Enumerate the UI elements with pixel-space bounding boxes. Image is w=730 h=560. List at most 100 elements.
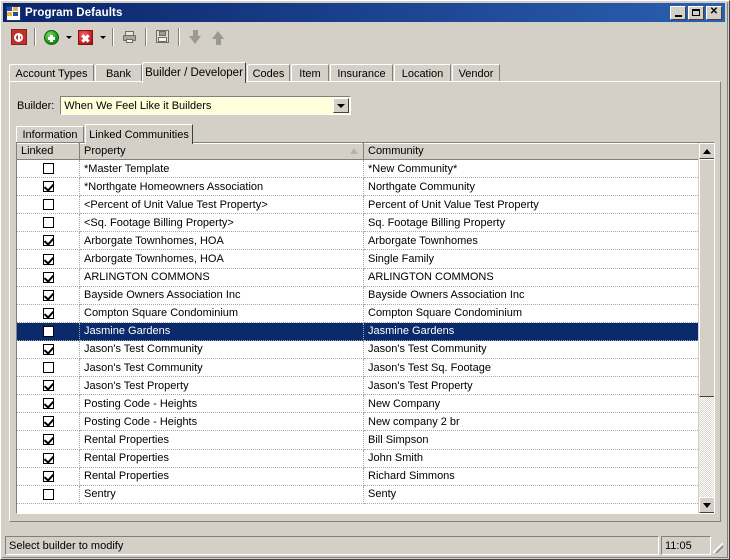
linked-checkbox[interactable]	[42, 271, 54, 283]
linked-checkbox[interactable]	[42, 470, 54, 482]
column-header-linked[interactable]: Linked	[17, 143, 80, 160]
cell-linked[interactable]	[17, 449, 80, 468]
tab-vendor[interactable]: Vendor	[452, 64, 500, 82]
cell-linked[interactable]	[17, 178, 80, 197]
linked-checkbox[interactable]	[42, 380, 54, 392]
table-row[interactable]: Posting Code - Heights New Company	[17, 395, 698, 414]
cell-property[interactable]: Sentry	[80, 485, 364, 504]
linked-checkbox[interactable]	[42, 199, 54, 211]
cell-linked[interactable]	[17, 322, 80, 341]
cell-property[interactable]: Jason's Test Community	[80, 359, 364, 378]
maximize-button[interactable]	[688, 5, 704, 20]
table-row[interactable]: Rental Properties Bill Simpson	[17, 431, 698, 450]
cell-property[interactable]: *Northgate Homeowners Association	[80, 178, 364, 197]
move-up-button[interactable]	[207, 26, 230, 48]
tab-information[interactable]: Information	[16, 126, 84, 143]
cell-property[interactable]: Rental Properties	[80, 467, 364, 486]
table-row[interactable]: Rental Properties John Smith	[17, 449, 698, 468]
cell-linked[interactable]	[17, 413, 80, 432]
cell-linked[interactable]	[17, 268, 80, 287]
table-row[interactable]: Bayside Owners Association Inc Bayside Ow…	[17, 286, 698, 305]
cell-linked[interactable]	[17, 304, 80, 323]
tab-bank[interactable]: Bank	[95, 64, 142, 82]
cell-linked[interactable]	[17, 286, 80, 305]
linked-checkbox[interactable]	[42, 343, 54, 355]
tab-item[interactable]: Item	[291, 64, 329, 82]
table-row[interactable]: Arborgate Townhomes, HOA Single Family	[17, 250, 698, 269]
table-row[interactable]: <Percent of Unit Value Test Property> Per…	[17, 196, 698, 215]
scroll-down-button[interactable]	[699, 497, 714, 513]
table-row[interactable]: ARLINGTON COMMONS ARLINGTON COMMONS	[17, 268, 698, 287]
cell-linked[interactable]	[17, 232, 80, 251]
table-row[interactable]: Jason's Test Property Jason's Test Proper…	[17, 377, 698, 396]
linked-checkbox[interactable]	[42, 163, 54, 175]
scroll-up-button[interactable]	[699, 143, 714, 159]
table-row[interactable]: Jason's Test Community Jason's Test Sq. F…	[17, 359, 698, 378]
tab-codes[interactable]: Codes	[247, 64, 290, 82]
delete-dropdown-button[interactable]	[97, 26, 108, 48]
add-button[interactable]	[40, 26, 63, 48]
cell-community[interactable]: Sq. Footage Billing Property	[364, 214, 698, 233]
cell-community[interactable]: Compton Square Condominium	[364, 305, 698, 323]
table-row[interactable]: Rental Properties Richard Simmons	[17, 467, 698, 486]
cell-community[interactable]: Jason's Test Property	[364, 377, 698, 396]
table-row[interactable]: *Northgate Homeowners Association Northga…	[17, 178, 698, 197]
tab-builder-developer[interactable]: Builder / Developer	[142, 62, 246, 83]
cell-community[interactable]: ARLINGTON COMMONS	[364, 269, 698, 287]
cell-linked[interactable]	[17, 377, 80, 396]
cell-community[interactable]: Bill Simpson	[364, 431, 698, 450]
cell-property[interactable]: Posting Code - Heights	[80, 395, 364, 414]
tab-account-types[interactable]: Account Types	[9, 64, 94, 82]
linked-checkbox[interactable]	[42, 488, 54, 500]
linked-checkbox[interactable]	[42, 452, 54, 464]
tab-linked-communities[interactable]: Linked Communities	[85, 124, 193, 144]
cell-community[interactable]: Arborgate Townhomes	[364, 232, 698, 251]
cell-community[interactable]: Bayside Owners Association Inc	[364, 287, 698, 305]
cell-property[interactable]: ARLINGTON COMMONS	[80, 268, 364, 287]
table-row[interactable]: <Sq. Footage Billing Property> Sq. Footag…	[17, 214, 698, 233]
cell-linked[interactable]	[17, 395, 80, 414]
linked-checkbox[interactable]	[42, 307, 54, 319]
cell-community[interactable]: Jason's Test Community	[364, 341, 698, 360]
tab-insurance[interactable]: Insurance	[330, 64, 393, 82]
cell-linked[interactable]	[17, 467, 80, 486]
cell-community[interactable]: Jasmine Gardens	[364, 323, 698, 341]
linked-checkbox[interactable]	[42, 398, 54, 410]
builder-combobox-button[interactable]	[333, 98, 350, 113]
cell-linked[interactable]	[17, 250, 80, 269]
cell-property[interactable]: Rental Properties	[80, 431, 364, 450]
table-row[interactable]: *Master Template *New Community*	[17, 160, 698, 179]
table-row[interactable]: Jasmine Gardens Jasmine Gardens	[17, 322, 698, 341]
cell-linked[interactable]	[17, 485, 80, 504]
table-row[interactable]: Sentry Senty	[17, 485, 698, 504]
cell-community[interactable]: Single Family	[364, 250, 698, 269]
cell-community[interactable]: Northgate Community	[364, 178, 698, 197]
cell-property[interactable]: Compton Square Condominium	[80, 304, 364, 323]
tab-location[interactable]: Location	[394, 64, 451, 82]
cell-linked[interactable]	[17, 160, 80, 179]
column-header-property[interactable]: Property	[80, 143, 364, 160]
cell-linked[interactable]	[17, 431, 80, 450]
close-button[interactable]: ✕	[706, 5, 722, 20]
cell-property[interactable]: <Sq. Footage Billing Property>	[80, 214, 364, 233]
cell-property[interactable]: Jason's Test Property	[80, 377, 364, 396]
linked-checkbox[interactable]	[42, 289, 54, 301]
cell-property[interactable]: Jason's Test Community	[80, 340, 364, 360]
cell-property[interactable]: <Percent of Unit Value Test Property>	[80, 196, 364, 215]
cell-property[interactable]: Arborgate Townhomes, HOA	[80, 232, 364, 251]
move-down-button[interactable]	[184, 26, 207, 48]
table-row[interactable]: Compton Square Condominium Compton Square…	[17, 304, 698, 323]
exit-button[interactable]	[7, 26, 30, 48]
add-dropdown-button[interactable]	[63, 26, 74, 48]
linked-checkbox[interactable]	[42, 181, 54, 193]
cell-linked[interactable]	[17, 196, 80, 215]
delete-button[interactable]	[74, 26, 97, 48]
save-button[interactable]	[151, 26, 174, 48]
cell-community[interactable]: Richard Simmons	[364, 468, 698, 486]
cell-property[interactable]: Jasmine Gardens	[80, 322, 364, 341]
column-header-community[interactable]: Community	[364, 143, 714, 160]
cell-community[interactable]: New Company	[364, 395, 698, 414]
cell-linked[interactable]	[17, 214, 80, 233]
linked-checkbox[interactable]	[42, 235, 54, 247]
cell-community[interactable]: Senty	[364, 486, 698, 504]
